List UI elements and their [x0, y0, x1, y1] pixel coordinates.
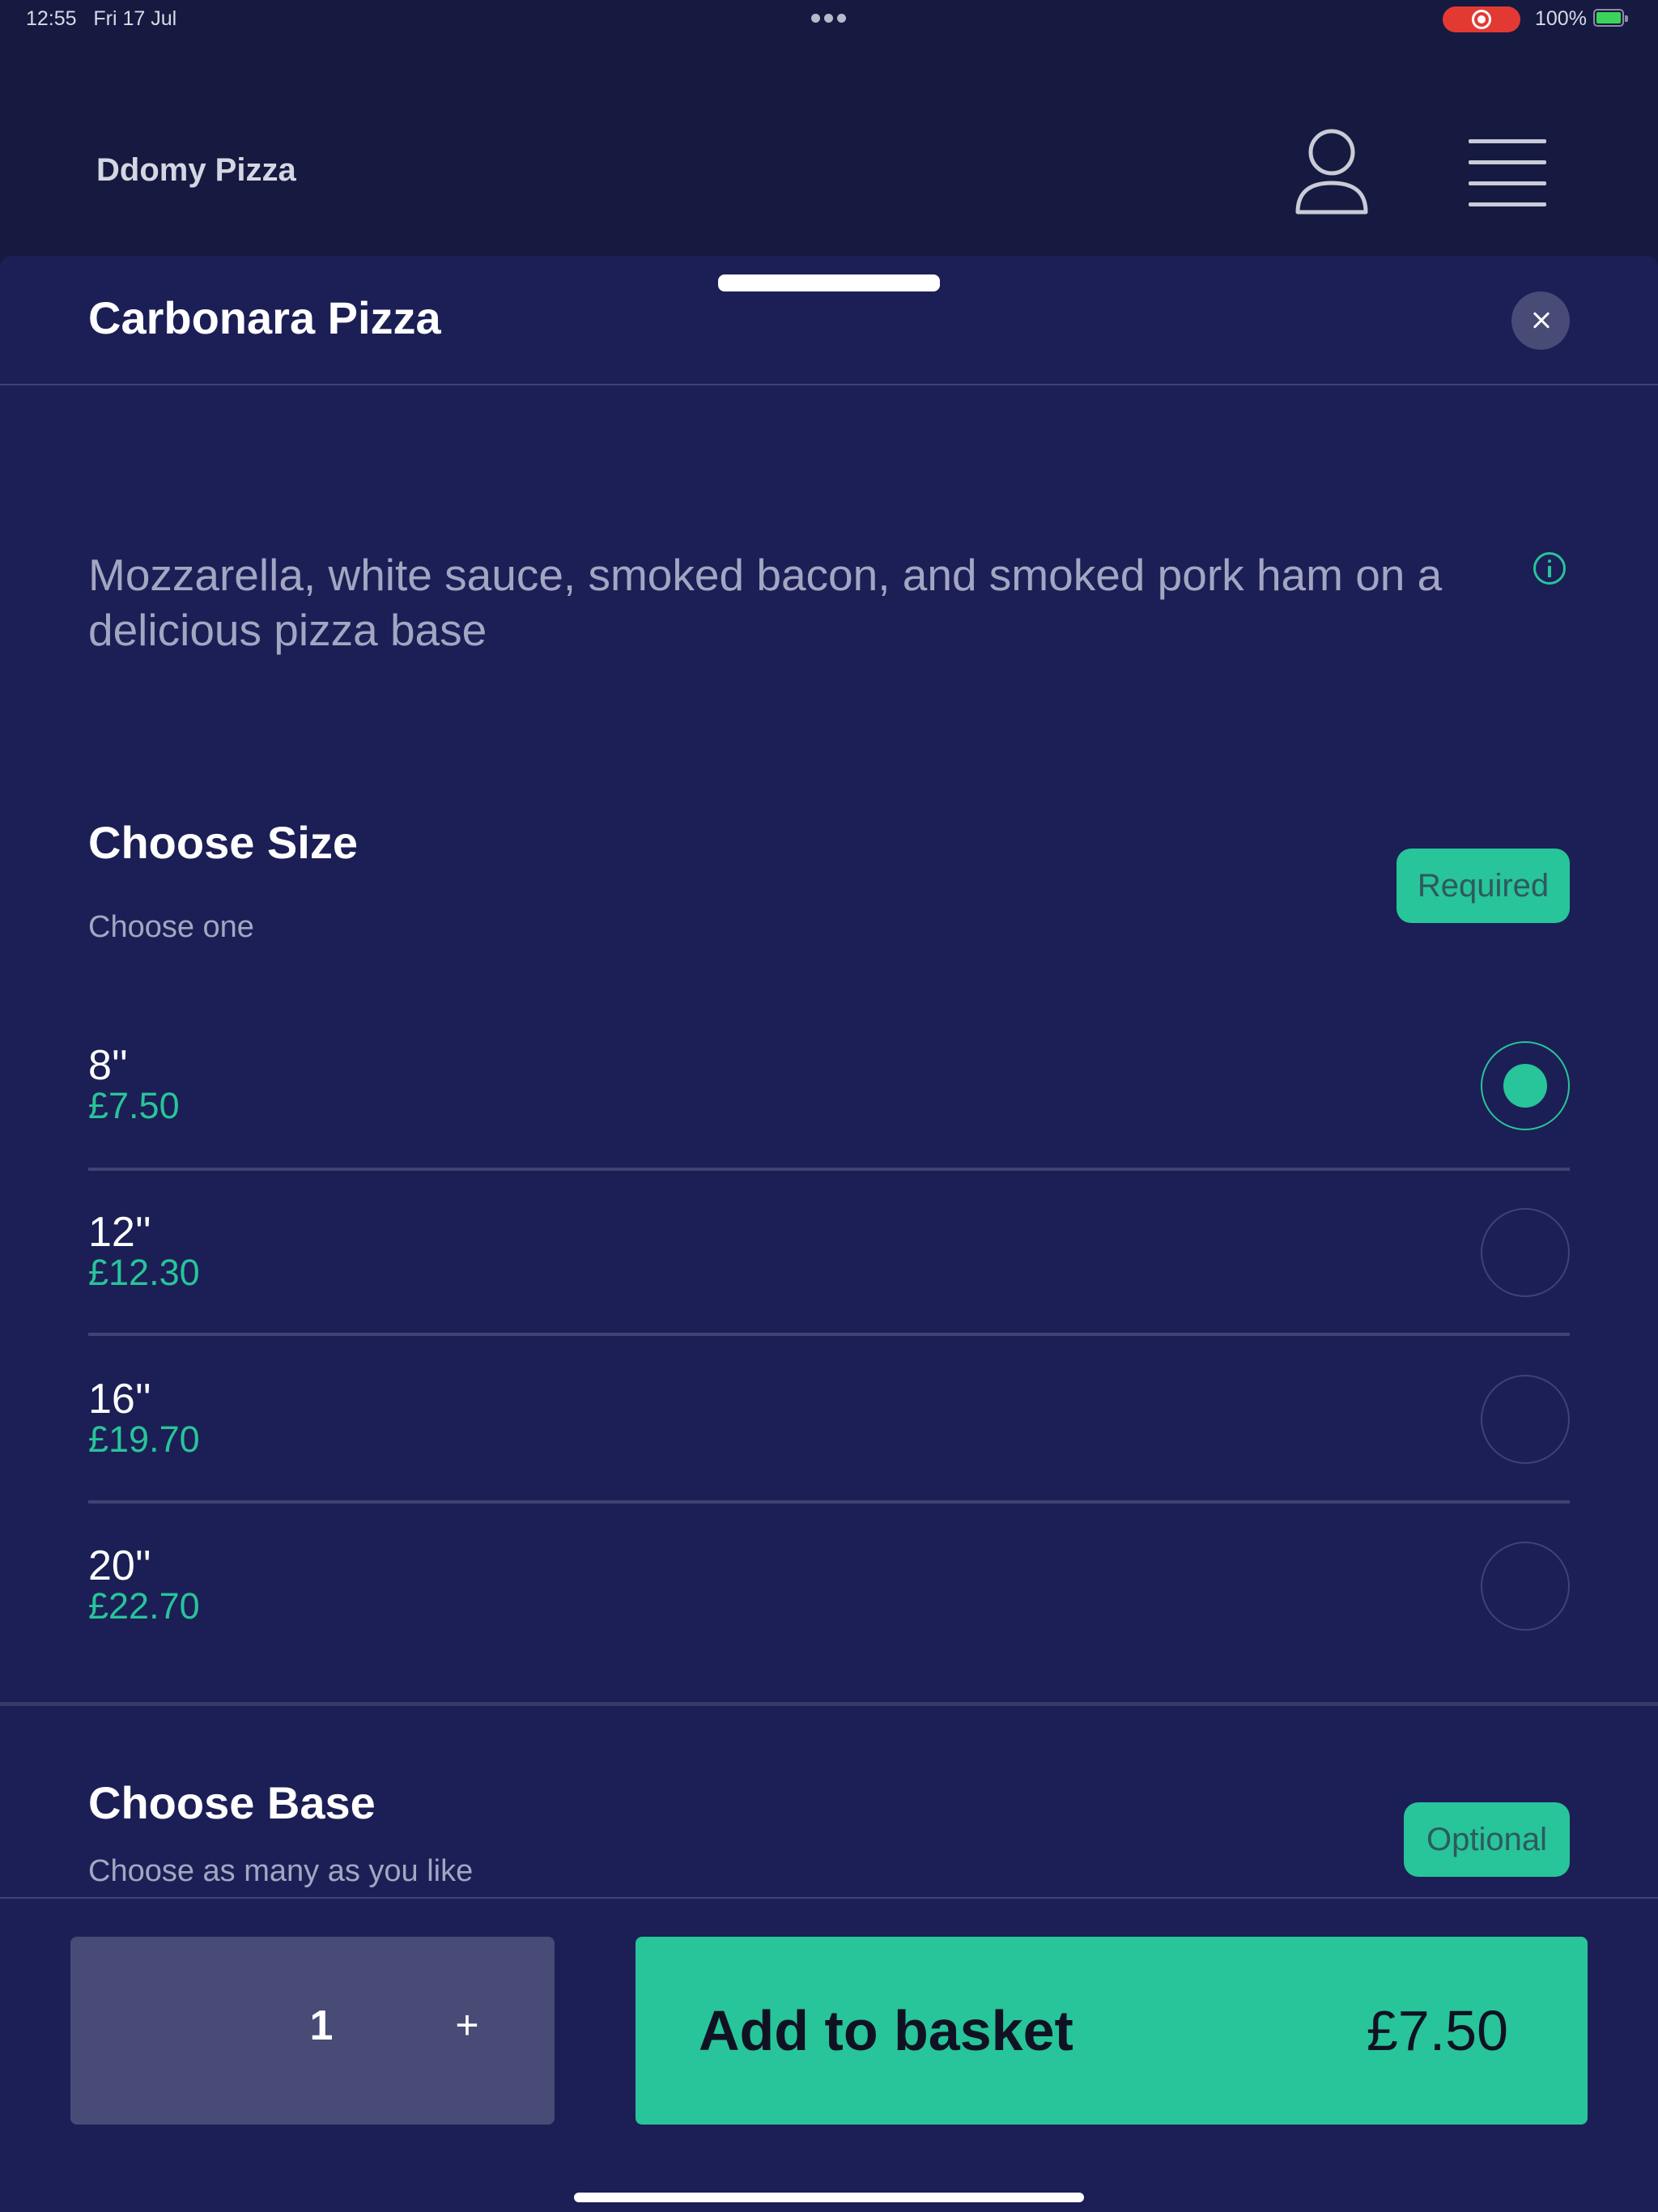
option-price: £7.50: [88, 1085, 180, 1126]
size-radio[interactable]: [1481, 1542, 1570, 1631]
increment-button[interactable]: +: [443, 2001, 491, 2048]
sheet-grabber[interactable]: [718, 274, 940, 291]
quantity-stepper: 1 +: [70, 1937, 555, 2125]
size-section-title: Choose Size: [88, 817, 358, 868]
status-time: 12:55 Fri 17 Jul: [26, 7, 176, 31]
add-to-basket-label: Add to basket: [699, 1999, 1073, 2062]
divider: [88, 1333, 1570, 1336]
option-size: 12'': [88, 1209, 151, 1256]
brand-name[interactable]: Ddomy Pizza: [96, 152, 296, 189]
basket-total-price: £7.50: [1366, 1999, 1508, 2062]
option-size: 8'': [88, 1042, 128, 1089]
required-badge: Required: [1397, 849, 1570, 923]
user-icon[interactable]: [1294, 125, 1370, 222]
section-divider: [0, 1702, 1658, 1706]
divider: [88, 1500, 1570, 1504]
home-indicator[interactable]: [574, 2193, 1084, 2202]
bottom-action-bar: 1 + Add to basket £7.50: [0, 1897, 1658, 2212]
app-header: Ddomy Pizza: [0, 37, 1658, 256]
size-option-12[interactable]: 12'' £12.30: [88, 1208, 1570, 1375]
status-date: Fri 17 Jul: [93, 7, 177, 30]
size-radio[interactable]: [1481, 1208, 1570, 1297]
add-to-basket-button[interactable]: Add to basket £7.50: [636, 1937, 1588, 2125]
status-bar: 12:55 Fri 17 Jul 100%: [0, 0, 1658, 37]
product-description: Mozzarella, white sauce, smoked bacon, a…: [88, 550, 1443, 655]
size-option-8[interactable]: 8'' £7.50: [88, 1041, 1570, 1208]
product-title: Carbonara Pizza: [88, 292, 441, 343]
base-section-subtitle: Choose as many as you like: [88, 1854, 474, 1888]
size-radio[interactable]: [1481, 1041, 1570, 1130]
size-section-subtitle: Choose one: [88, 910, 254, 944]
option-price: £12.30: [88, 1252, 200, 1293]
option-size: 20'': [88, 1542, 151, 1589]
option-price: £19.70: [88, 1419, 200, 1460]
size-radio[interactable]: [1481, 1375, 1570, 1464]
divider: [0, 384, 1658, 385]
multitasking-dots-icon[interactable]: [810, 10, 848, 26]
hamburger-menu-icon[interactable]: [1465, 138, 1551, 211]
screen-recording-icon[interactable]: [1443, 6, 1520, 32]
divider: [88, 1168, 1570, 1171]
size-option-20[interactable]: 20'' £22.70: [88, 1542, 1570, 1708]
optional-badge: Optional: [1404, 1802, 1570, 1877]
battery-icon: [1593, 9, 1628, 27]
base-section-title: Choose Base: [88, 1777, 376, 1828]
quantity-value: 1: [309, 2002, 334, 2049]
status-clock: 12:55: [26, 7, 77, 30]
battery-percent: 100%: [1535, 7, 1587, 30]
info-icon[interactable]: [1533, 552, 1566, 585]
option-price: £22.70: [88, 1585, 200, 1627]
close-icon[interactable]: [1511, 291, 1570, 350]
size-option-16[interactable]: 16'' £19.70: [88, 1375, 1570, 1542]
option-size: 16'': [88, 1376, 151, 1423]
